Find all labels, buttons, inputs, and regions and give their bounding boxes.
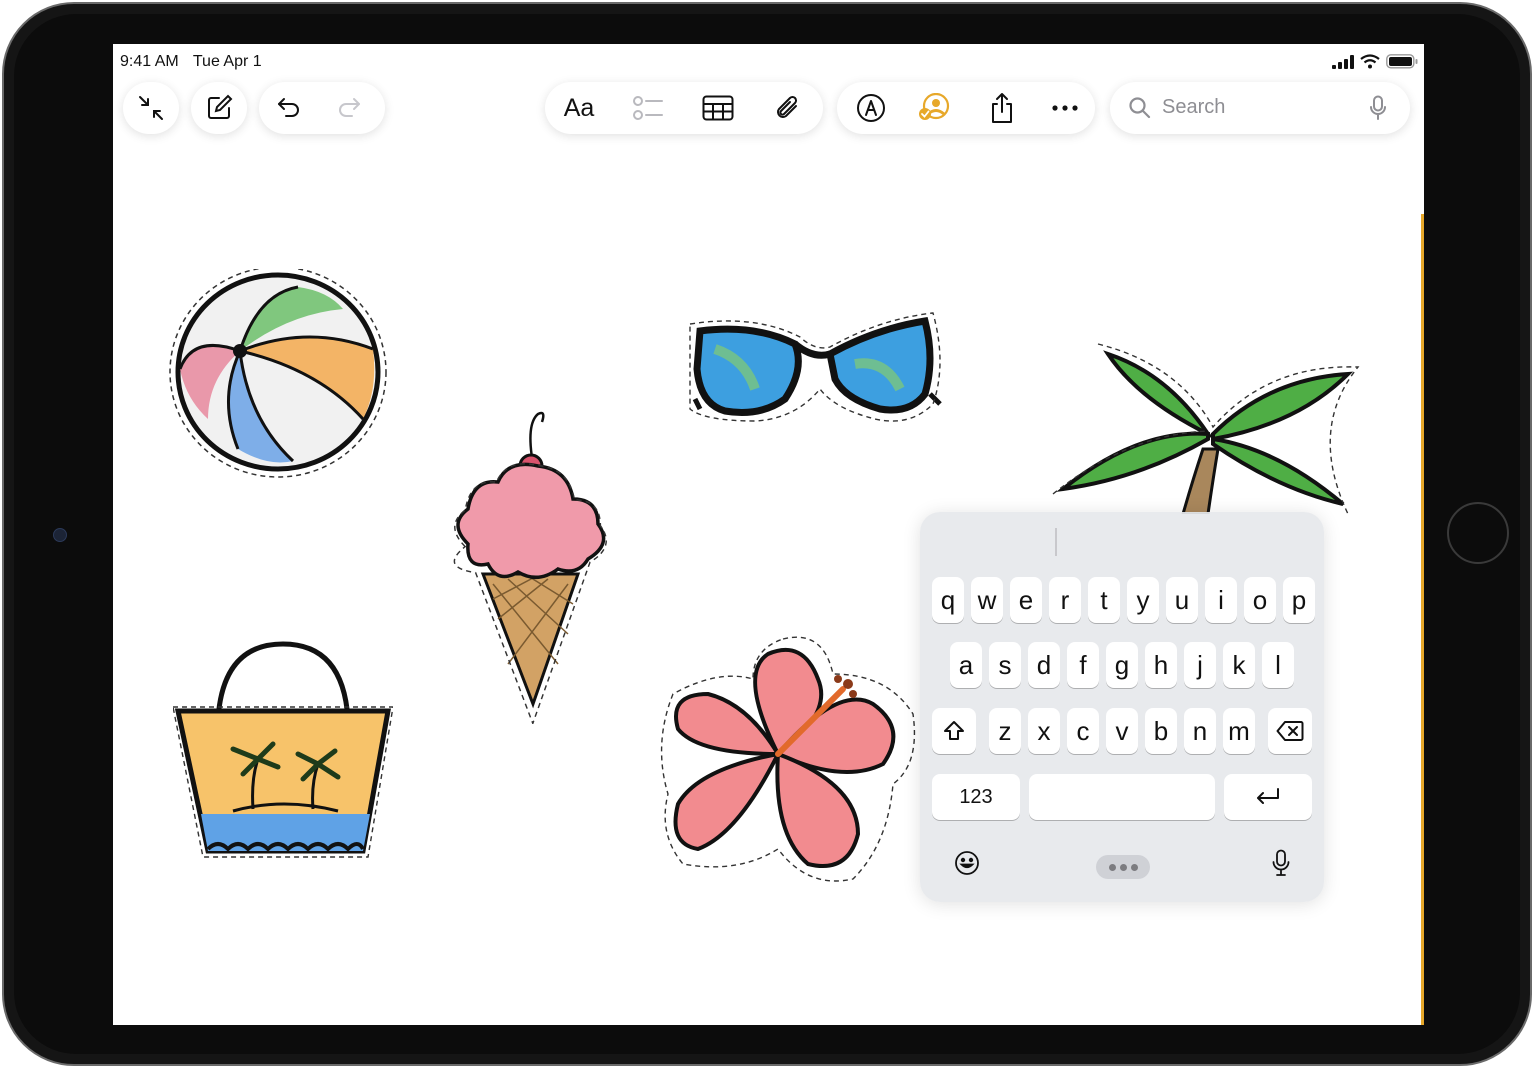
undo-icon [278, 98, 299, 117]
share-icon [991, 93, 1012, 123]
compose-icon [208, 94, 233, 119]
key-n[interactable]: n [1184, 708, 1216, 754]
beach-ball-sticker[interactable] [168, 269, 388, 479]
collapse-pill [123, 82, 179, 134]
tools-pill [837, 82, 1095, 134]
wifi-icon [1360, 54, 1380, 69]
space-key[interactable] [1029, 774, 1215, 820]
table-button[interactable] [683, 82, 753, 134]
ice-cream-sticker[interactable] [438, 404, 623, 724]
search-mic-icon[interactable] [1370, 95, 1386, 121]
redo-icon [339, 98, 360, 117]
keyboard-drag-handle[interactable] [1096, 855, 1150, 879]
status-bar: 9:41 AM Tue Apr 1 [113, 44, 1424, 80]
key-p[interactable]: p [1283, 577, 1315, 623]
collaborate-button[interactable] [901, 82, 968, 134]
search-field[interactable]: Search [1110, 82, 1410, 134]
page-edge-accent [1421, 214, 1424, 1025]
key-e[interactable]: e [1010, 577, 1042, 623]
key-v[interactable]: v [1106, 708, 1138, 754]
history-pill [259, 82, 385, 134]
front-camera [53, 528, 67, 542]
key-y[interactable]: y [1127, 577, 1159, 623]
emoji-icon [955, 851, 979, 875]
collaborate-icon [919, 93, 950, 120]
more-button[interactable] [1035, 82, 1095, 134]
more-icon [1052, 105, 1078, 111]
key-c[interactable]: c [1067, 708, 1099, 754]
key-t[interactable]: t [1088, 577, 1120, 623]
return-icon [1257, 788, 1279, 804]
key-a[interactable]: a [950, 642, 982, 688]
floating-keyboard: q w e r t y u i o p a s d f g h j k l z … [920, 512, 1324, 902]
search-icon [1129, 97, 1151, 119]
beach-bag-sticker[interactable] [173, 639, 393, 864]
key-b[interactable]: b [1145, 708, 1177, 754]
delete-icon [1276, 721, 1304, 741]
key-j[interactable]: j [1184, 642, 1216, 688]
shift-icon [944, 721, 964, 740]
attachment-icon [777, 95, 798, 118]
key-m[interactable]: m [1223, 708, 1255, 754]
delete-key[interactable] [1268, 708, 1312, 754]
checklist-icon [633, 96, 663, 120]
key-g[interactable]: g [1106, 642, 1138, 688]
table-icon [702, 95, 734, 121]
key-r[interactable]: r [1049, 577, 1081, 623]
hibiscus-sticker[interactable] [658, 634, 923, 889]
collapse-button[interactable] [123, 82, 179, 134]
notes-screen: 9:41 AM Tue Apr 1 Aa Search q w e r t y … [113, 44, 1424, 1025]
compose-button[interactable] [191, 82, 247, 134]
key-f[interactable]: f [1067, 642, 1099, 688]
key-q[interactable]: q [932, 577, 964, 623]
status-time: 9:41 AM [120, 53, 179, 70]
key-x[interactable]: x [1028, 708, 1060, 754]
format-label: Aa [563, 93, 595, 122]
attachment-button[interactable] [753, 82, 823, 134]
key-z[interactable]: z [989, 708, 1021, 754]
compose-pill [191, 82, 247, 134]
format-button[interactable]: Aa [545, 82, 613, 134]
undo-button[interactable] [259, 82, 319, 134]
key-h[interactable]: h [1145, 642, 1177, 688]
ipad-frame: 9:41 AM Tue Apr 1 Aa Search q w e r t y … [0, 0, 1536, 1071]
text-cursor [1055, 528, 1057, 556]
key-d[interactable]: d [1028, 642, 1060, 688]
collapse-icon [139, 96, 163, 120]
key-o[interactable]: o [1244, 577, 1276, 623]
key-l[interactable]: l [1262, 642, 1294, 688]
key-k[interactable]: k [1223, 642, 1255, 688]
return-key[interactable] [1224, 774, 1312, 820]
shift-key[interactable] [932, 708, 976, 754]
numbers-key[interactable]: 123 [932, 774, 1020, 820]
emoji-button[interactable] [952, 848, 982, 878]
battery-icon [1386, 54, 1418, 69]
home-button[interactable] [1447, 502, 1509, 564]
cellular-icon [1332, 54, 1354, 69]
markup-icon [856, 94, 885, 122]
dictation-button[interactable] [1266, 847, 1296, 879]
key-u[interactable]: u [1166, 577, 1198, 623]
redo-button[interactable] [319, 82, 379, 134]
key-w[interactable]: w [971, 577, 1003, 623]
share-button[interactable] [968, 82, 1035, 134]
key-i[interactable]: i [1205, 577, 1237, 623]
status-date: Tue Apr 1 [192, 53, 262, 70]
palm-tree-sticker[interactable] [1048, 339, 1368, 514]
mic-icon [1272, 849, 1290, 876]
search-placeholder: Search [1162, 96, 1226, 118]
key-s[interactable]: s [989, 642, 1021, 688]
markup-button[interactable] [841, 82, 901, 134]
format-pill: Aa [545, 82, 823, 134]
checklist-button[interactable] [613, 82, 683, 134]
sunglasses-sticker[interactable] [685, 309, 950, 434]
